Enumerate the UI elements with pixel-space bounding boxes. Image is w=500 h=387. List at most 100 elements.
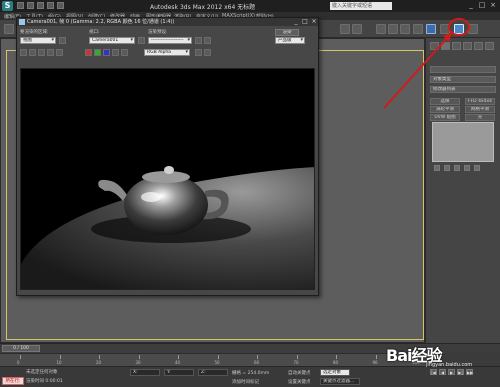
render-preset-dropdown[interactable]: -------------------- xyxy=(148,37,192,44)
baidu-watermark: Bai经验 jingyan.baidu.com xyxy=(386,338,500,368)
render-window-maximize[interactable]: □ xyxy=(301,18,309,26)
ruler-tick xyxy=(59,355,61,359)
play-icon[interactable]: ▶ xyxy=(448,369,455,375)
curve-editor-icon[interactable] xyxy=(376,24,386,34)
clear-image-icon[interactable] xyxy=(56,49,63,56)
display-tab-icon[interactable] xyxy=(474,42,483,50)
modifier-button[interactable]: 涡轮平滑 xyxy=(430,106,460,113)
make-unique-icon[interactable] xyxy=(454,165,460,171)
go-to-end-icon[interactable]: ▶▶ xyxy=(466,369,473,375)
maximize-button[interactable]: □ xyxy=(477,1,487,10)
motion-tab-icon[interactable] xyxy=(463,42,472,50)
monochrome-icon[interactable] xyxy=(121,49,128,56)
render-setup-small-icon[interactable] xyxy=(195,37,202,44)
title-bar: S Autodesk 3ds Max 2012 x64 无标题 键入关键字或短语… xyxy=(0,0,500,12)
render-production-icon[interactable] xyxy=(426,24,436,34)
key-filters-button[interactable]: 关键点过滤器... xyxy=(320,378,360,385)
utilities-tab-icon[interactable] xyxy=(485,42,494,50)
copy-image-icon[interactable] xyxy=(29,49,36,56)
environment-effects-icon[interactable] xyxy=(204,37,211,44)
z-coordinate-field[interactable]: Z: xyxy=(198,369,228,376)
object-name-field[interactable] xyxy=(430,66,496,73)
ruler-tick-label: 40 xyxy=(175,360,181,365)
app-logo[interactable]: S xyxy=(2,1,13,11)
ruler-tick-label: 70 xyxy=(293,360,299,365)
clone-window-icon[interactable] xyxy=(38,49,45,56)
modify-tab-icon[interactable] xyxy=(441,42,450,50)
render-mode-dropdown[interactable]: 产品级 xyxy=(275,37,305,44)
align-icon[interactable] xyxy=(352,24,362,34)
teapot-knob xyxy=(164,166,174,174)
pin-stack-icon[interactable] xyxy=(434,165,440,171)
undo-tool-icon[interactable] xyxy=(4,24,14,34)
undo-icon[interactable] xyxy=(47,2,54,9)
close-button[interactable]: × xyxy=(488,1,498,10)
render-iterative-icon[interactable] xyxy=(440,24,450,34)
teapot-highlight xyxy=(141,192,161,202)
material-editor-icon[interactable] xyxy=(400,24,410,34)
open-file-icon[interactable] xyxy=(27,2,34,9)
create-tab-icon[interactable] xyxy=(430,42,439,50)
ruler-tick xyxy=(178,355,179,359)
modifier-button[interactable]: 网格平滑 xyxy=(465,106,495,113)
minimize-button[interactable]: _ xyxy=(466,1,476,10)
x-coordinate-field[interactable]: X: xyxy=(130,369,160,376)
hierarchy-tab-icon[interactable] xyxy=(452,42,461,50)
toggle-ui-overlay-icon[interactable] xyxy=(195,49,202,56)
prompt-line: 渲染时间 0:00:01 xyxy=(26,379,63,384)
save-file-icon[interactable] xyxy=(37,2,44,9)
render-window-minimize[interactable]: _ xyxy=(292,18,300,26)
modifier-button[interactable]: 壳 xyxy=(465,114,495,121)
render-window-close[interactable]: × xyxy=(310,18,318,26)
selection-status: 未选定任何对象 xyxy=(26,370,58,375)
lock-viewport-icon[interactable] xyxy=(138,37,145,44)
render-button[interactable]: 渲染 xyxy=(275,29,299,36)
ruler-tick-label: 30 xyxy=(135,360,141,365)
ruler-tick xyxy=(296,355,298,359)
next-frame-icon[interactable]: ▶| xyxy=(457,369,464,375)
selected-dropdown[interactable]: 选定对象 xyxy=(320,369,350,376)
search-input[interactable]: 键入关键字或短语 xyxy=(330,2,392,10)
render-image[interactable] xyxy=(20,68,315,290)
maxscript-listener-badge[interactable]: 所在行: xyxy=(2,377,24,385)
render-setup-icon[interactable] xyxy=(413,24,423,34)
show-end-result-icon[interactable] xyxy=(444,165,450,171)
modifier-button[interactable]: FFD 4x4x4 xyxy=(465,98,495,105)
schematic-view-icon[interactable] xyxy=(388,24,398,34)
go-to-start-icon[interactable]: |◀ xyxy=(430,369,437,375)
redo-icon[interactable] xyxy=(57,2,64,9)
viewport-dropdown[interactable]: Camera001 xyxy=(89,37,135,44)
green-channel-icon[interactable] xyxy=(94,49,101,56)
new-file-icon[interactable] xyxy=(17,2,24,9)
add-time-tag[interactable]: 添加时间标记 xyxy=(232,379,259,385)
render-frame-icon[interactable] xyxy=(468,24,478,34)
modifier-button[interactable]: UVW 贴图 xyxy=(430,114,460,121)
modifier-stack-area[interactable] xyxy=(432,122,494,162)
window-title: Autodesk 3ds Max 2012 x64 无标题 xyxy=(150,4,256,11)
save-image-icon[interactable] xyxy=(20,49,27,56)
track-bar[interactable]: 0 10 20 30 40 50 60 70 80 90 100 xyxy=(0,353,425,366)
ruler-tick-label: 60 xyxy=(254,360,260,365)
rendered-frame-window: Camera001, 帧 0 (Gamma: 2.2, RGBA 颜色 16 位… xyxy=(16,17,319,296)
edit-region-icon[interactable] xyxy=(59,37,66,44)
remove-modifier-icon[interactable] xyxy=(464,165,470,171)
alpha-channel-icon[interactable] xyxy=(112,49,119,56)
y-coordinate-field[interactable]: Y: xyxy=(164,369,194,376)
teapot-body xyxy=(124,175,208,235)
rendered-frame-window-icon[interactable] xyxy=(454,24,464,34)
mirror-icon[interactable] xyxy=(340,24,350,34)
ruler-tick-label: 0 xyxy=(17,360,20,365)
modifier-list-dropdown[interactable]: 修改器列表 xyxy=(430,86,496,93)
channel-dropdown[interactable]: RGB Alpha xyxy=(144,49,190,56)
red-channel-icon[interactable] xyxy=(85,49,92,56)
ruler-tick xyxy=(99,355,100,359)
previous-frame-icon[interactable]: ◀ xyxy=(439,369,446,375)
set-key-label: 设置关键点 xyxy=(288,380,311,385)
toggle-ui-icon[interactable] xyxy=(204,49,211,56)
modifier-button[interactable]: 选择 xyxy=(430,98,460,105)
area-to-render-dropdown[interactable]: 视图 xyxy=(20,37,56,44)
print-image-icon[interactable] xyxy=(47,49,54,56)
time-slider[interactable]: 0 / 100 xyxy=(2,345,40,352)
configure-modifier-sets-icon[interactable] xyxy=(474,165,480,171)
blue-channel-icon[interactable] xyxy=(103,49,110,56)
